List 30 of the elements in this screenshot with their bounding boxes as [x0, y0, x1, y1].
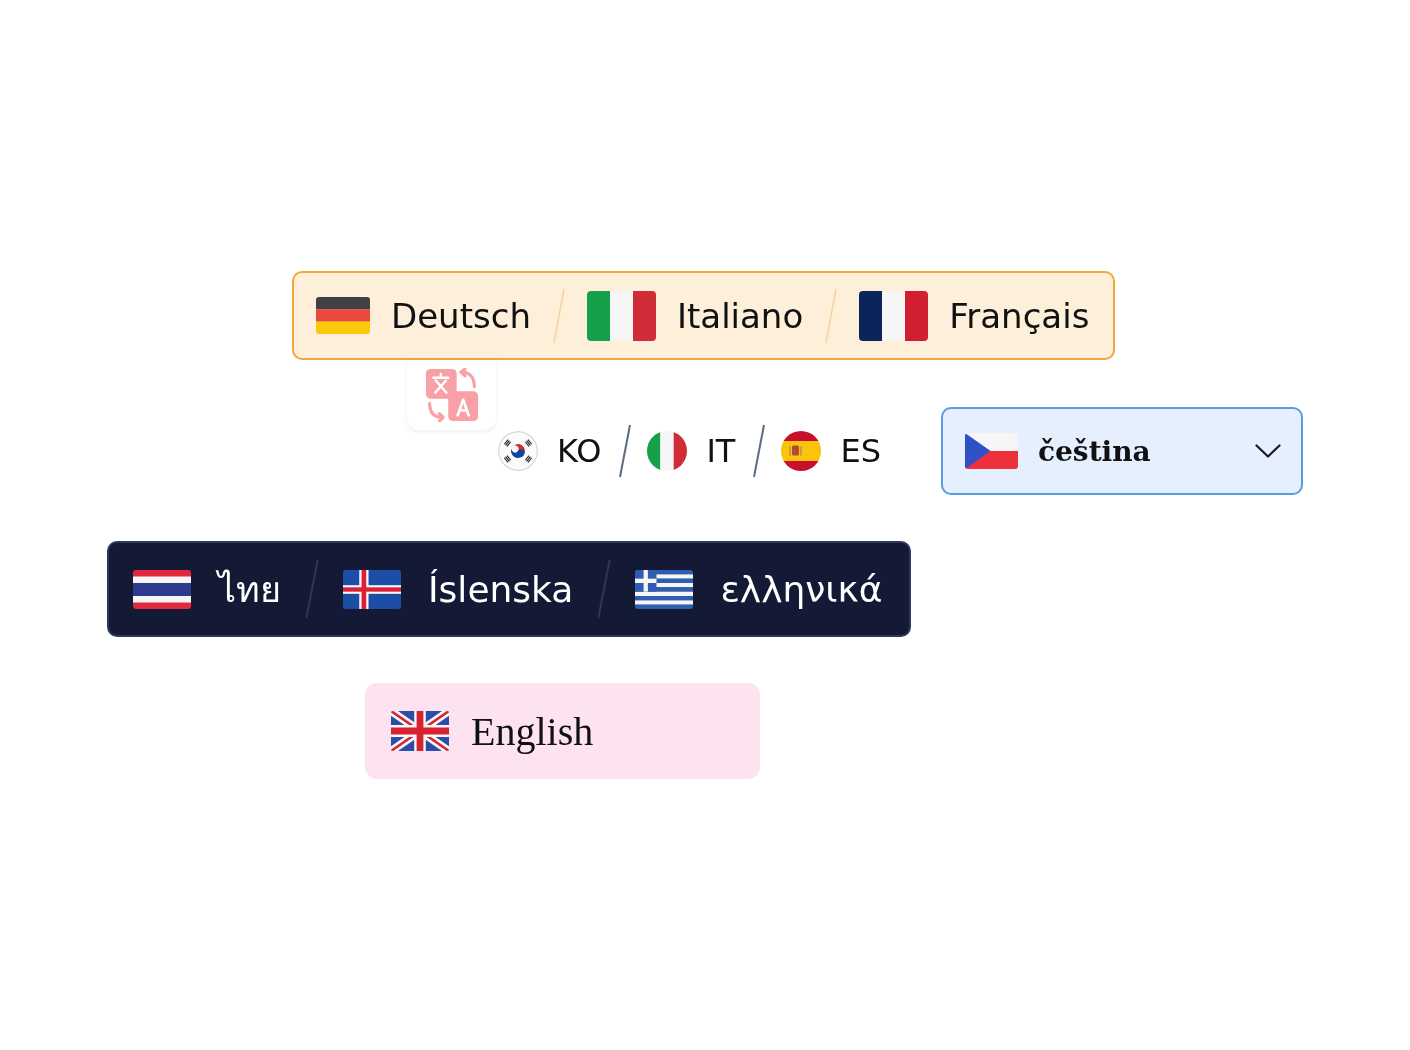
language-option[interactable]: Deutsch — [316, 295, 531, 336]
thai-flag-icon — [133, 569, 191, 609]
chevron-down-icon — [1255, 444, 1281, 458]
slash-divider — [823, 287, 840, 344]
italian-flag-icon — [647, 431, 688, 471]
language-option[interactable]: ไทย — [133, 560, 281, 618]
icelandic-flag-icon — [343, 569, 401, 609]
language-button[interactable]: English — [365, 683, 760, 779]
british-flag-icon — [391, 711, 449, 751]
slash-divider — [751, 424, 768, 478]
language-option[interactable]: ελληνικά — [635, 568, 883, 610]
language-option[interactable]: KO — [498, 431, 602, 471]
italian-flag-icon — [586, 290, 656, 341]
translate-icon — [407, 360, 496, 430]
slash-divider — [303, 559, 321, 619]
czech-flag-icon — [965, 433, 1018, 469]
slash-divider — [617, 424, 634, 478]
language-dropdown[interactable]: čeština — [941, 407, 1303, 495]
french-flag-icon — [859, 290, 929, 341]
language-option[interactable]: IT — [647, 431, 736, 471]
south-korean-flag-icon — [498, 431, 538, 471]
german-flag-icon — [316, 297, 370, 334]
spanish-flag-icon — [781, 431, 822, 471]
language-option[interactable]: Français — [859, 290, 1090, 341]
language-option[interactable]: Íslenska — [343, 568, 574, 610]
language-option[interactable]: Italiano — [586, 290, 804, 341]
slash-divider — [595, 559, 614, 619]
slash-divider — [550, 287, 567, 344]
language-option[interactable]: ES — [781, 431, 881, 471]
greek-flag-icon — [635, 569, 694, 609]
